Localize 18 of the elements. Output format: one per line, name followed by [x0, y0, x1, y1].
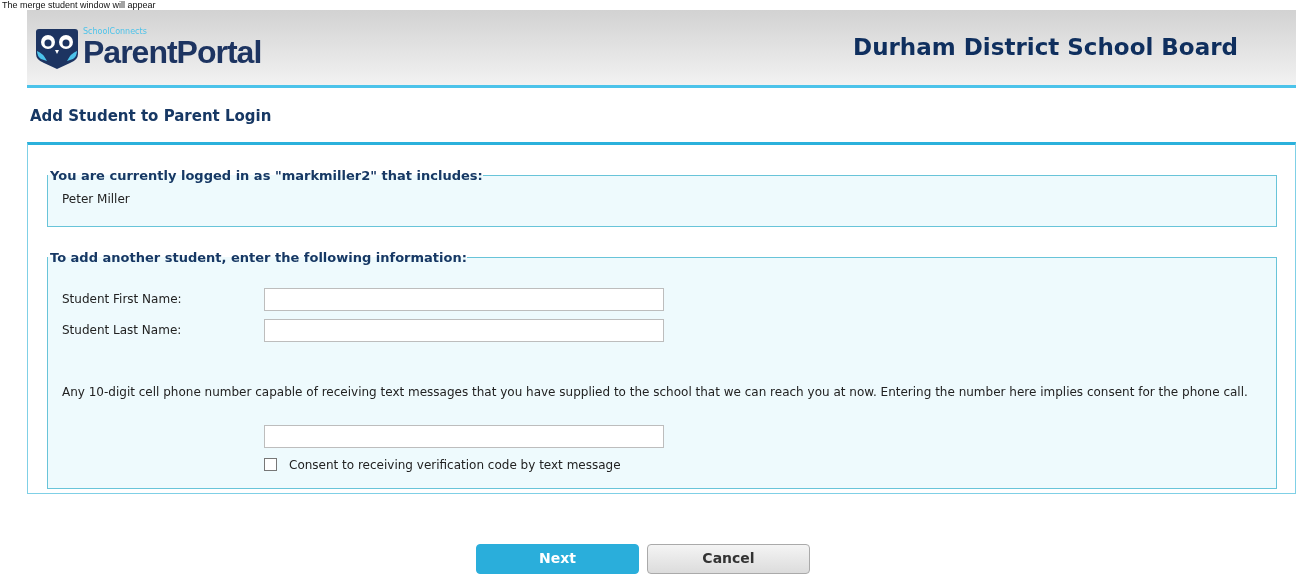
board-name: Durham District School Board — [853, 33, 1238, 63]
section-legend: To add another student, enter the following information: — [48, 250, 467, 264]
checkbox-label: Consent to receiving verification code by text message — [289, 456, 621, 474]
phone-instructions: Any 10-digit cell phone number capable of receiving text messages that you have supplied to the school that we can reach you at now. Entering the number here implies consent for the phone call. — [62, 383, 1249, 401]
owl-logo-icon — [35, 26, 79, 69]
consent-checkbox[interactable] — [264, 458, 277, 471]
text-input[interactable] — [264, 318, 664, 342]
field-label: Student Last Name: — [62, 322, 183, 339]
cancel-button[interactable]: Cancel — [647, 543, 810, 574]
text-input[interactable] — [264, 287, 664, 311]
brand-name: ParentPortal — [83, 35, 262, 68]
phone-input[interactable] — [264, 424, 664, 448]
caption-text: The merge student window will appear — [2, 0, 156, 10]
section-legend: You are currently logged in as "markmiller2" that includes: — [48, 168, 483, 182]
field-label: Student First Name: — [62, 291, 183, 308]
page-title: Add Student to Parent Login — [30, 106, 273, 127]
student-name: Peter Miller — [62, 190, 131, 208]
brand-tagline: SchoolConnects — [83, 27, 148, 36]
